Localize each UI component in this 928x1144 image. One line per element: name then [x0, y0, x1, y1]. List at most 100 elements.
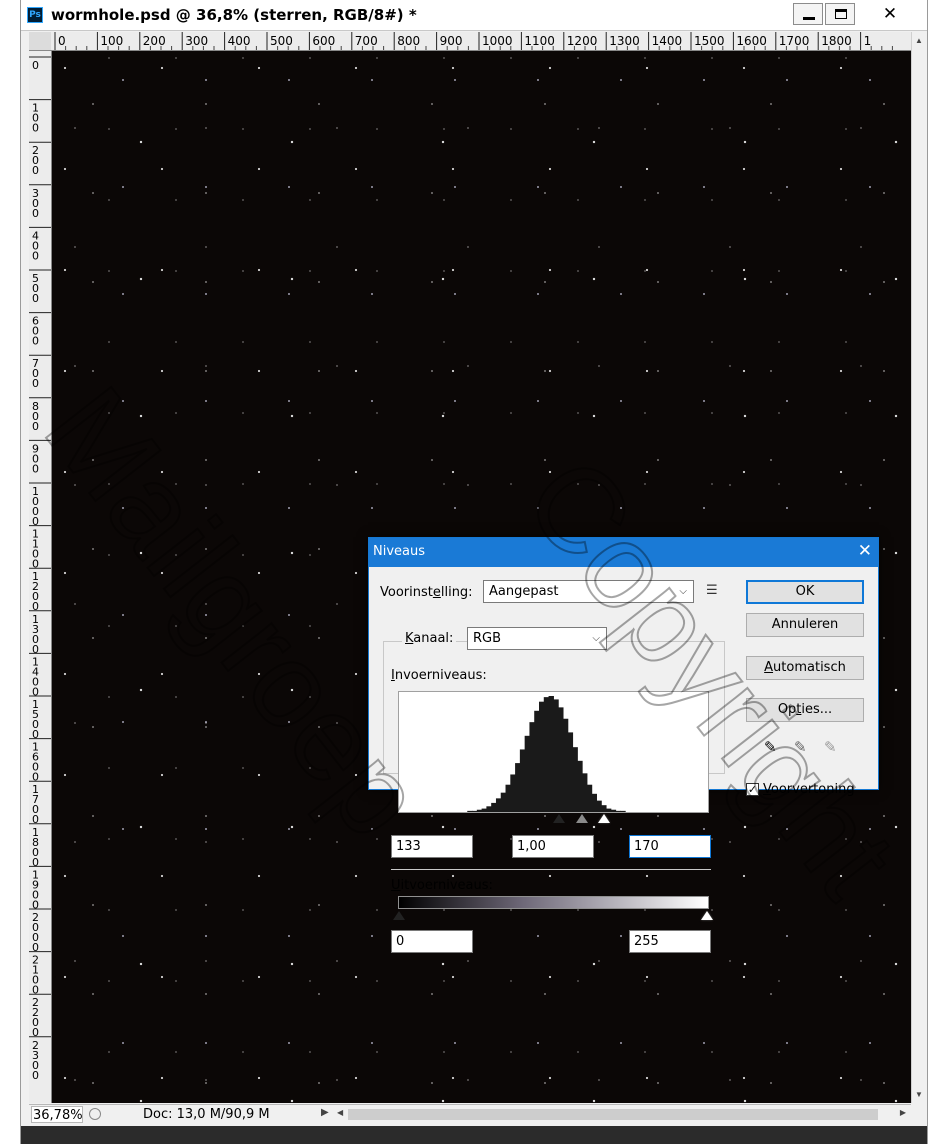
ruler-tick-label: 0 — [32, 377, 39, 390]
document-titlebar[interactable]: Ps wormhole.psd @ 36,8% (sterren, RGB/8#… — [21, 0, 927, 31]
ruler-tick-label: 200 — [143, 34, 166, 48]
output-levels-label: Uitvoerniveaus: — [391, 878, 493, 893]
input-white-field[interactable]: 170 — [629, 835, 711, 858]
ruler-tick-label: 100 — [100, 34, 123, 48]
close-button[interactable]: ✕ — [869, 3, 911, 25]
zoom-info-icon[interactable] — [89, 1108, 101, 1120]
ruler-tick-label: 0 — [32, 462, 39, 475]
histogram-bar — [558, 707, 564, 812]
ruler-tick-label: 0 — [32, 164, 39, 177]
gray-eyedropper-icon[interactable]: ✎ — [794, 738, 807, 756]
zoom-field[interactable]: 36,78% — [31, 1106, 83, 1123]
ruler-tick-label: 0 — [32, 1069, 39, 1082]
histogram-bar — [539, 701, 545, 812]
histogram-bar — [510, 774, 516, 812]
histogram-bar — [620, 810, 626, 812]
histogram-bar — [495, 798, 502, 812]
ruler-tick-label: 1200 — [567, 34, 598, 48]
ruler-origin[interactable] — [29, 32, 52, 51]
preset-options-icon[interactable]: ☰ — [706, 583, 718, 598]
ruler-tick-label: 0 — [32, 420, 39, 433]
vertical-scrollbar[interactable]: ▲ ▼ — [911, 32, 926, 1103]
histogram-bar — [500, 792, 507, 812]
histogram-bar — [529, 722, 535, 812]
scroll-down-icon[interactable]: ▼ — [915, 1090, 923, 1099]
histogram-bar — [586, 784, 593, 812]
ruler-tick-label: 1600 — [736, 34, 767, 48]
chevron-down-icon: ⌵ — [679, 586, 687, 597]
histogram-bar — [567, 732, 574, 812]
options-button[interactable]: Opties... — [746, 698, 864, 722]
histogram-bar — [577, 760, 583, 812]
ruler-tick-label: 0 — [32, 207, 39, 220]
ok-button[interactable]: OK — [746, 580, 864, 604]
preview-checkbox[interactable]: ✓ — [746, 783, 759, 796]
histogram-bar — [591, 793, 597, 812]
ruler-tick-label: 900 — [440, 34, 463, 48]
ruler-tick-label: 0 — [32, 292, 39, 305]
ruler-tick-label: 1300 — [609, 34, 640, 48]
levels-dialog: Niveaus ✕ Voorinstelling: Aangepast ⌵ ☰ … — [368, 537, 879, 953]
scroll-right-icon[interactable]: ▶ — [900, 1108, 906, 1117]
output-black-slider[interactable] — [393, 911, 405, 921]
status-menu-arrow-icon[interactable]: ▶ — [321, 1107, 329, 1118]
minimize-button[interactable] — [793, 3, 823, 25]
chevron-down-icon: ⌵ — [592, 633, 600, 644]
channel-select[interactable]: RGB ⌵ — [467, 627, 607, 650]
histogram-bar — [467, 810, 473, 812]
scroll-up-icon[interactable]: ▲ — [915, 36, 923, 45]
input-white-slider[interactable] — [598, 814, 610, 824]
scroll-left-icon[interactable]: ◀ — [337, 1108, 343, 1117]
dialog-close-icon[interactable]: ✕ — [858, 541, 872, 561]
input-levels-label: Invoerniveaus: — [391, 668, 487, 683]
maximize-icon — [835, 9, 847, 19]
output-white-slider[interactable] — [701, 911, 713, 921]
vertical-ruler[interactable]: 0100200300400500600700800900100011001200… — [29, 51, 52, 1103]
ruler-tick-label: 0 — [58, 34, 66, 48]
photoshop-icon: Ps — [27, 7, 43, 23]
horizontal-ruler[interactable]: 0 100 200 300 400 500 600 700 800 900 1000 1100 1200… — [51, 32, 911, 51]
input-gamma-field[interactable]: 1,00 — [512, 835, 594, 858]
black-eyedropper-icon[interactable]: ✎ — [764, 738, 777, 756]
status-bar: 36,78% Doc: 13,0 M/90,9 M ▶ ◀ ▶ — [29, 1104, 911, 1125]
divider — [391, 869, 711, 870]
histogram-bar — [476, 809, 483, 812]
horizontal-scrollbar[interactable]: ◀ ▶ — [334, 1106, 909, 1123]
histogram-bar — [605, 808, 612, 812]
ruler-tick-label: 1 — [864, 34, 872, 48]
histogram-bar — [515, 763, 521, 812]
preset-select[interactable]: Aangepast ⌵ — [483, 580, 694, 603]
histogram-bar — [524, 735, 531, 812]
maximize-button[interactable] — [825, 3, 855, 25]
ruler-tick-label: 500 — [270, 34, 293, 48]
histogram-bar — [519, 749, 526, 812]
ruler-tick-label: 0 — [32, 59, 39, 72]
histogram-bar — [562, 718, 569, 812]
ruler-tick-label: 1500 — [694, 34, 725, 48]
histogram-bar — [582, 773, 588, 812]
ruler-tick-label: 300 — [185, 34, 208, 48]
white-eyedropper-icon[interactable]: ✎ — [824, 738, 837, 756]
minimize-icon — [803, 17, 815, 20]
ruler-tick-label: 1100 — [524, 34, 555, 48]
taskbar-strip — [21, 1126, 927, 1144]
ruler-tick-label: 600 — [312, 34, 335, 48]
histogram-bar — [491, 802, 497, 812]
input-black-field[interactable]: 133 — [391, 835, 473, 858]
histogram-bar — [596, 800, 602, 812]
output-white-field[interactable]: 255 — [629, 930, 711, 953]
input-gamma-slider[interactable] — [576, 814, 588, 824]
close-icon: ✕ — [882, 4, 898, 24]
horizontal-scroll-thumb[interactable] — [348, 1109, 878, 1120]
input-black-slider[interactable] — [553, 814, 565, 824]
histogram-bar — [615, 810, 621, 812]
ruler-tick-label: 400 — [228, 34, 251, 48]
cancel-button[interactable]: Annuleren — [746, 613, 864, 637]
dialog-titlebar[interactable]: Niveaus ✕ — [369, 538, 878, 567]
histogram — [398, 691, 709, 813]
document-info: Doc: 13,0 M/90,9 M — [143, 1107, 270, 1122]
auto-button[interactable]: Automatisch — [746, 656, 864, 680]
output-black-field[interactable]: 0 — [391, 930, 473, 953]
histogram-bar — [610, 809, 617, 812]
histogram-bar — [481, 808, 487, 812]
